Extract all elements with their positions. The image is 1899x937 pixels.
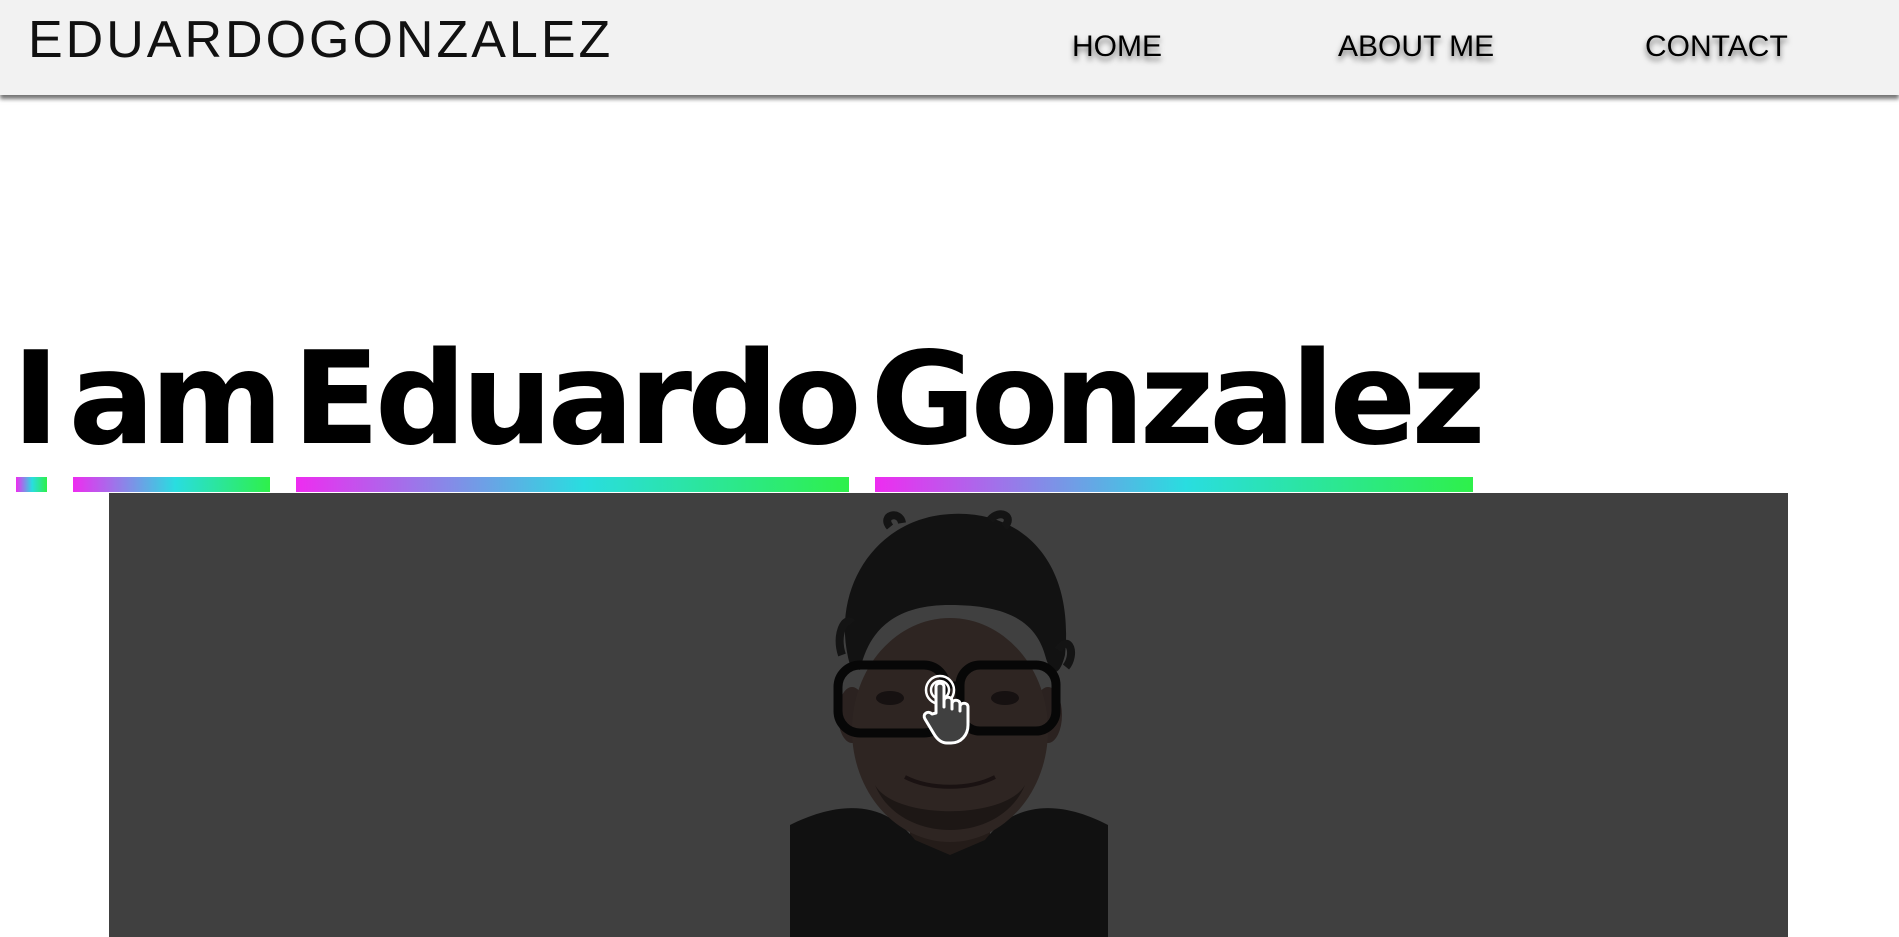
hand-pointer-icon: [922, 674, 970, 745]
nav-home-link[interactable]: HOME: [1072, 32, 1162, 62]
hero-word: Eduardo: [292, 324, 862, 492]
hero-word: Gonzalez: [870, 324, 1486, 492]
nav-contact-link[interactable]: CONTACT: [1645, 32, 1788, 62]
hero-word: I: [12, 324, 60, 492]
profile-photo-panel[interactable]: [109, 493, 1788, 937]
site-logo[interactable]: EDUARDOGONZALEZ: [28, 14, 613, 66]
hero-heading: Iam Eduardo Gonzalez: [12, 324, 1495, 506]
nav-about-link[interactable]: ABOUT ME: [1338, 32, 1494, 62]
hero-word: am: [68, 324, 283, 492]
site-header: EDUARDOGONZALEZ HOME ABOUT ME CONTACT: [0, 0, 1899, 95]
